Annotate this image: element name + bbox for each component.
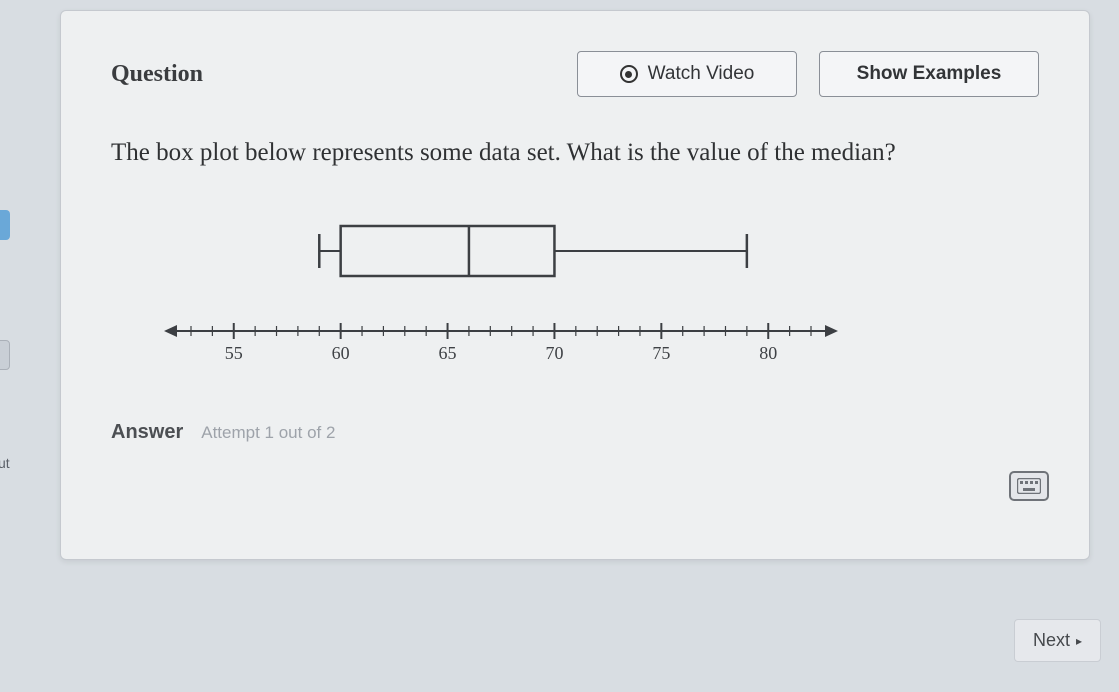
next-label: Next — [1033, 630, 1070, 651]
box-plot: 55 60 65 70 75 80 — [161, 191, 841, 381]
question-heading: Question — [111, 61, 203, 88]
keyboard-button[interactable] — [1009, 471, 1049, 501]
header-row: Question Watch Video Show Examples — [111, 51, 1039, 97]
sidebar-stub-gray — [0, 340, 10, 370]
svg-text:80: 80 — [759, 343, 777, 363]
record-icon — [620, 65, 638, 83]
svg-text:70: 70 — [545, 343, 563, 363]
show-examples-label: Show Examples — [857, 63, 1002, 85]
svg-text:65: 65 — [439, 343, 457, 363]
attempt-text: Attempt 1 out of 2 — [201, 423, 335, 443]
watch-video-label: Watch Video — [648, 63, 755, 85]
sidebar-cut-label: ut — [0, 455, 10, 471]
svg-text:75: 75 — [652, 343, 670, 363]
answer-label: Answer — [111, 421, 183, 444]
sidebar-stub-blue — [0, 210, 10, 240]
header-buttons: Watch Video Show Examples — [577, 51, 1039, 97]
question-prompt: The box plot below represents some data … — [111, 135, 1039, 171]
show-examples-button[interactable]: Show Examples — [819, 51, 1039, 97]
svg-text:55: 55 — [225, 343, 243, 363]
next-button[interactable]: Next ▸ — [1014, 619, 1101, 662]
answer-row: Answer Attempt 1 out of 2 — [111, 421, 1039, 444]
chevron-right-icon: ▸ — [1076, 634, 1082, 648]
question-card: Question Watch Video Show Examples The b… — [60, 10, 1090, 560]
box-plot-svg: 55 60 65 70 75 80 — [161, 191, 841, 381]
keyboard-icon — [1017, 478, 1041, 494]
svg-text:60: 60 — [332, 343, 350, 363]
watch-video-button[interactable]: Watch Video — [577, 51, 797, 97]
